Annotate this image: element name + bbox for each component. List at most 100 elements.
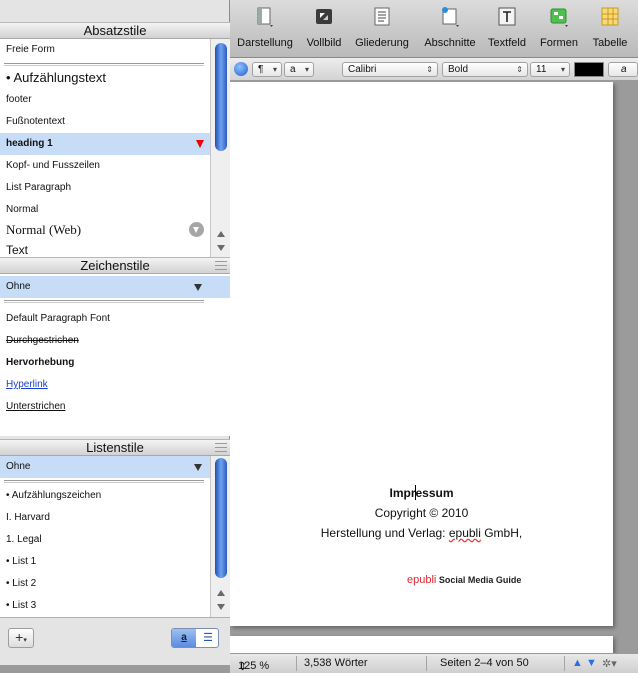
status-bar: 125 % ⇕ 3,538 Wörter Seiten 2–4 von 50 ▲… bbox=[230, 653, 638, 673]
list-styles-scrollbar[interactable] bbox=[210, 456, 230, 617]
abschnitte-button[interactable]: Abschnitte bbox=[418, 6, 482, 54]
style-item-freie-form[interactable]: Freie Form bbox=[0, 39, 210, 61]
scroll-thumb[interactable] bbox=[215, 458, 227, 578]
styles-drawer-toggle-icon[interactable] bbox=[234, 62, 248, 76]
style-item-heading-1[interactable]: heading 1 bbox=[0, 133, 210, 155]
style-item-list-paragraph[interactable]: List Paragraph bbox=[0, 177, 210, 199]
word-count: 3,538 Wörter bbox=[304, 657, 368, 669]
impressum-heading: Impressum bbox=[389, 486, 454, 500]
style-menu-red-triangle-icon[interactable] bbox=[196, 140, 204, 148]
table-icon bbox=[601, 7, 619, 26]
page-indicator: Seiten 2–4 von 50 bbox=[440, 657, 529, 669]
shapes-icon bbox=[550, 8, 568, 27]
list-separator bbox=[4, 300, 204, 303]
character-styles-header[interactable]: Zeichenstile bbox=[0, 257, 230, 274]
list-style-aufzaehlungszeichen[interactable]: • Aufzählungszeichen bbox=[0, 485, 210, 507]
style-item-normal-web[interactable]: Normal (Web) bbox=[0, 219, 210, 241]
character-style-current[interactable]: Ohne bbox=[0, 276, 230, 298]
list-style-list-1[interactable]: • List 1 bbox=[0, 551, 210, 573]
font-size-field[interactable]: 11 ▾ bbox=[530, 62, 570, 77]
highlight-color-well[interactable]: a bbox=[608, 62, 638, 77]
style-menu-circle-icon[interactable] bbox=[189, 222, 204, 237]
list-style-legal[interactable]: 1. Legal bbox=[0, 529, 210, 551]
character-styles-title: Zeichenstile bbox=[80, 258, 150, 273]
style-item-footer[interactable]: footer bbox=[0, 89, 210, 111]
list-style-current[interactable]: Ohne bbox=[0, 456, 210, 478]
chevron-down-icon[interactable] bbox=[194, 284, 202, 291]
view-mode-icon bbox=[257, 7, 273, 27]
publisher-line: Herstellung und Verlag: epubli GmbH, bbox=[320, 526, 523, 540]
up-down-arrows-icon: ⇕ bbox=[426, 65, 433, 74]
scroll-down-arrow-icon[interactable] bbox=[217, 604, 225, 610]
format-bar: ¶ ▾ a ▾ Calibri ⇕ Bold ⇕ 11 ▾ a bbox=[230, 58, 638, 81]
document-canvas[interactable]: Impressum Copyright © 2010 Herstellung u… bbox=[230, 82, 638, 653]
paragraph-styles-header: Absatzstile bbox=[0, 22, 230, 39]
divider bbox=[296, 656, 297, 671]
list-styles-header[interactable]: Listenstile bbox=[0, 439, 230, 456]
gear-icon[interactable]: ✲▾ bbox=[602, 657, 617, 670]
char-style-hervorhebung[interactable]: Hervorhebung bbox=[0, 352, 210, 374]
character-styles-list: Ohne Default Paragraph Font Durchgestric… bbox=[0, 274, 230, 436]
document-page-next[interactable] bbox=[230, 636, 613, 653]
paragraph-style-popup[interactable]: ¶ ▾ bbox=[252, 62, 282, 77]
brand-footer: epubli Social Media Guide bbox=[407, 574, 522, 586]
scroll-up-arrow-icon[interactable] bbox=[217, 590, 225, 596]
textfeld-button[interactable]: Textfeld bbox=[482, 6, 532, 54]
paragraph-styles-title: Absatzstile bbox=[83, 23, 147, 38]
tabelle-button[interactable]: Tabelle bbox=[586, 6, 634, 54]
vollbild-button[interactable]: Vollbild bbox=[302, 6, 346, 54]
text-cursor bbox=[415, 485, 416, 500]
font-family-select[interactable]: Calibri ⇕ bbox=[342, 62, 438, 77]
paragraph-styles-scrollbar[interactable] bbox=[210, 39, 230, 257]
char-style-hyperlink[interactable]: Hyperlink bbox=[0, 374, 210, 396]
list-separator bbox=[4, 63, 204, 66]
divider bbox=[426, 656, 427, 671]
resize-grip-icon[interactable] bbox=[215, 261, 227, 270]
outline-icon bbox=[374, 7, 390, 26]
style-view-toggle[interactable]: a ☰ bbox=[171, 628, 219, 648]
up-down-arrows-icon: ⇕ bbox=[516, 65, 523, 74]
previous-page-arrow-icon[interactable]: ▲ bbox=[572, 657, 583, 669]
document-page[interactable]: Impressum Copyright © 2010 Herstellung u… bbox=[230, 82, 613, 626]
chevron-down-icon: ▾ bbox=[23, 637, 27, 644]
list-style-list-3[interactable]: • List 3 bbox=[0, 595, 210, 617]
char-style-default-paragraph-font[interactable]: Default Paragraph Font bbox=[0, 308, 210, 330]
list-styles-list: Ohne • Aufzählungszeichen I. Harvard 1. … bbox=[0, 456, 230, 617]
scroll-up-arrow-icon[interactable] bbox=[217, 231, 225, 237]
list-style-list-2[interactable]: • List 2 bbox=[0, 573, 210, 595]
up-down-arrows-icon: ⇕ bbox=[238, 661, 248, 673]
spelling-marked-word: epubli bbox=[448, 526, 481, 540]
chevron-down-icon: ▾ bbox=[304, 65, 309, 74]
next-page-arrow-icon[interactable]: ▼ bbox=[586, 657, 597, 669]
chevron-down-icon[interactable] bbox=[194, 464, 202, 471]
gliederung-button[interactable]: Gliederung bbox=[350, 6, 414, 54]
copyright-line: Copyright © 2010 bbox=[374, 506, 469, 520]
fullscreen-icon bbox=[316, 9, 332, 24]
style-item-fussnotentext[interactable]: Fußnotentext bbox=[0, 111, 210, 133]
chevron-down-icon: ▾ bbox=[560, 65, 565, 74]
style-item-normal[interactable]: Normal bbox=[0, 199, 210, 221]
char-style-durchgestrichen[interactable]: Durchgestrichen bbox=[0, 330, 210, 352]
list-styles-title: Listenstile bbox=[86, 440, 144, 455]
resize-grip-icon[interactable] bbox=[215, 443, 227, 452]
character-style-popup[interactable]: a ▾ bbox=[284, 62, 314, 77]
formen-button[interactable]: Formen bbox=[534, 6, 584, 54]
epubli-logo: epubli bbox=[407, 574, 437, 586]
list-style-harvard[interactable]: I. Harvard bbox=[0, 507, 210, 529]
darstellung-button[interactable]: Darstellung bbox=[234, 6, 296, 54]
preview-view-icon[interactable]: a bbox=[172, 629, 196, 647]
char-style-unterstrichen[interactable]: Unterstrichen bbox=[0, 396, 210, 418]
scroll-down-arrow-icon[interactable] bbox=[217, 245, 225, 251]
list-view-icon[interactable]: ☰ bbox=[197, 629, 218, 647]
toolbar: Darstellung Vollbild Gliederung Abschnit… bbox=[230, 0, 638, 58]
scroll-thumb[interactable] bbox=[215, 43, 227, 151]
styles-drawer: Absatzstile Freie Form • Aufzählungstext… bbox=[0, 0, 230, 665]
style-item-aufzaehlungstext[interactable]: • Aufzählungstext bbox=[0, 67, 210, 89]
list-separator bbox=[4, 480, 204, 483]
style-item-text[interactable]: Text bbox=[0, 239, 210, 257]
style-item-kopf-fusszeilen[interactable]: Kopf- und Fusszeilen bbox=[0, 155, 210, 177]
drawer-footer: +▾ a ☰ bbox=[0, 617, 230, 665]
text-color-well[interactable] bbox=[574, 62, 604, 77]
add-style-button[interactable]: +▾ bbox=[8, 628, 34, 648]
font-weight-select[interactable]: Bold ⇕ bbox=[442, 62, 528, 77]
